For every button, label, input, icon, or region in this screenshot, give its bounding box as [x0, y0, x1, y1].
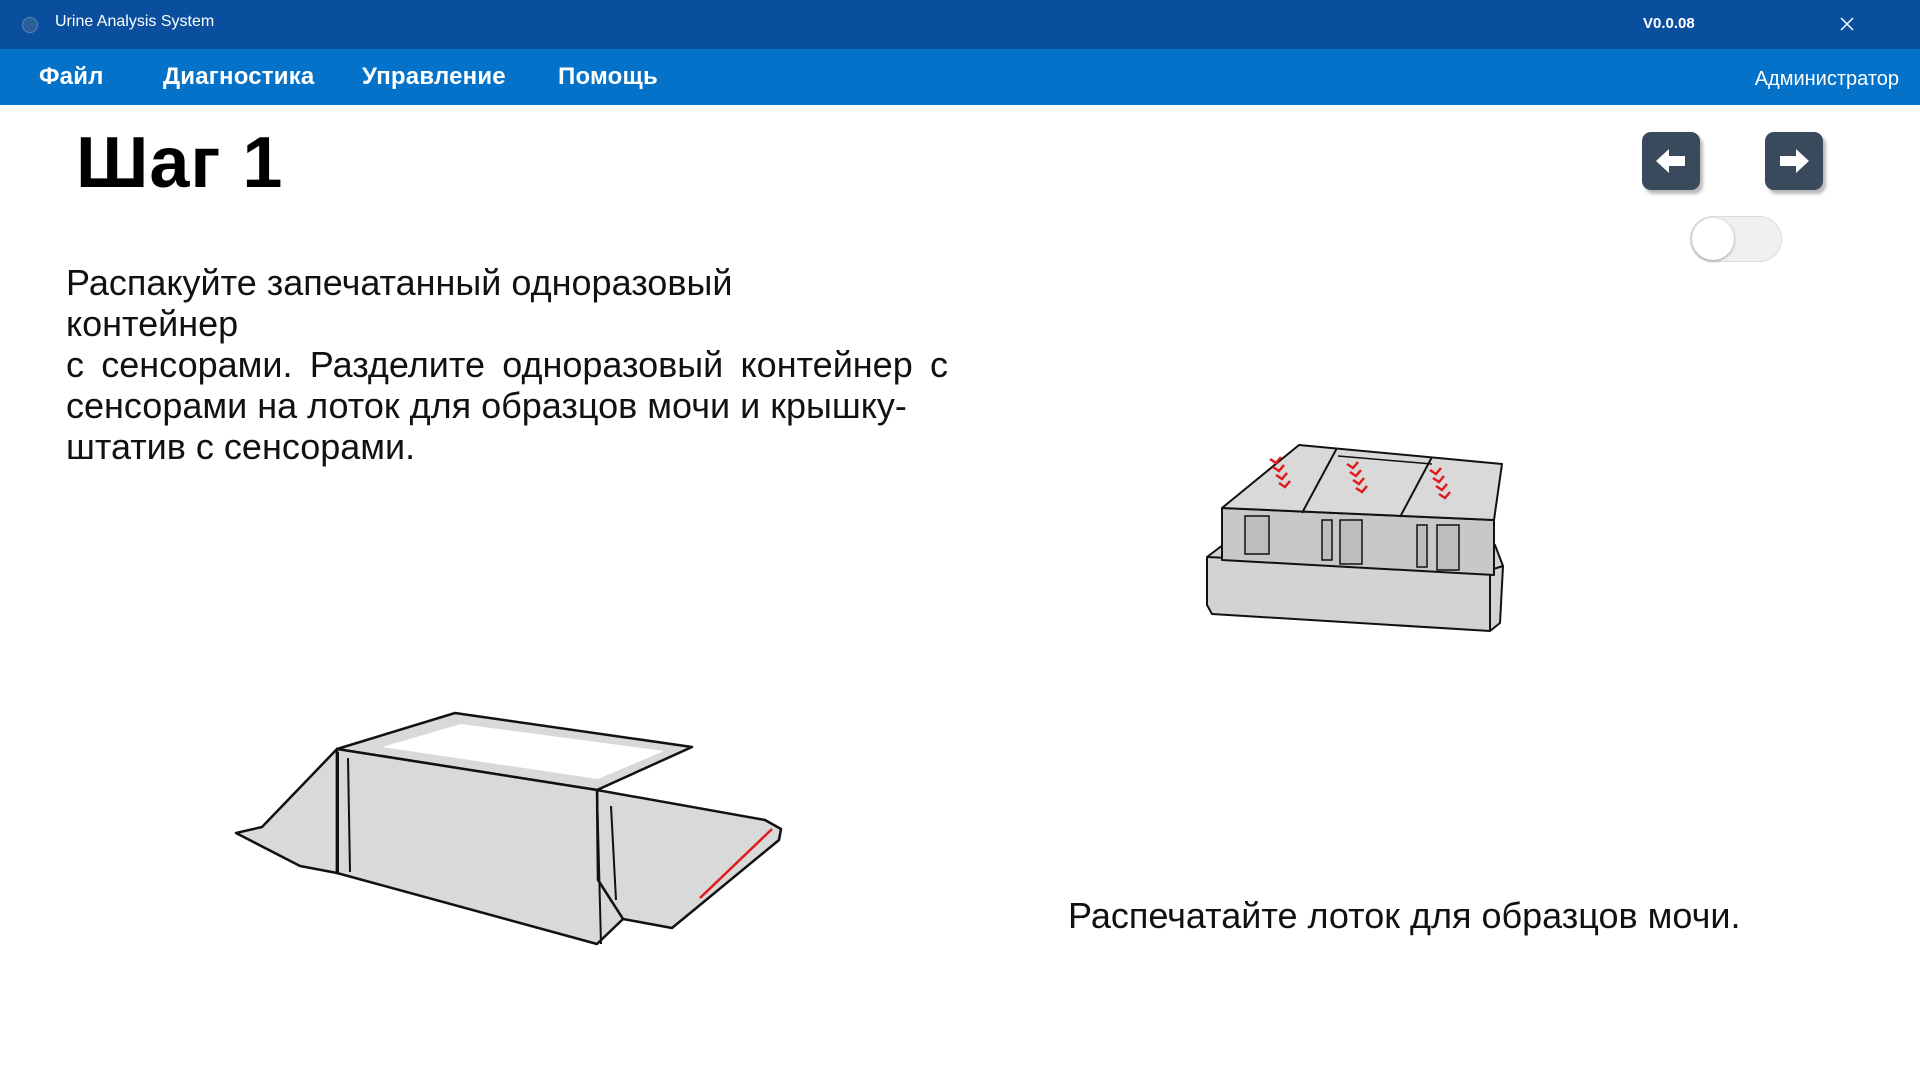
instruction-text: Распакуйте запечатанный одноразовый конт… [66, 262, 948, 467]
step-caption: Распечатайте лоток для образцов мочи. [1068, 895, 1741, 936]
instruction-line: Распакуйте запечатанный одноразовый [66, 262, 733, 303]
instruction-line: контейнер [66, 303, 239, 344]
app-icon [22, 17, 38, 33]
title-bar: Urine Analysis System V0.0.08 [0, 0, 1920, 49]
menu-diagnostics[interactable]: Диагностика [163, 63, 314, 91]
prev-step-button[interactable] [1642, 132, 1700, 190]
arrow-right-icon [1780, 149, 1809, 173]
step-title: Шаг 1 [76, 123, 284, 203]
user-name[interactable]: Администратор [1755, 68, 1899, 91]
instruction-line: с сенсорами. Разделите одноразовый конте… [66, 344, 948, 385]
close-icon [1840, 17, 1854, 31]
menu-help[interactable]: Помощь [558, 63, 658, 91]
toggle-knob [1692, 218, 1734, 260]
version-label: V0.0.08 [1643, 15, 1695, 32]
instruction-line: сенсорами на лоток для образцов мочи и к… [66, 385, 907, 426]
close-button[interactable] [1833, 10, 1861, 38]
sealed-package-illustration [234, 711, 783, 946]
instruction-line: штатив с сенсорами. [66, 426, 416, 467]
toggle-switch[interactable] [1690, 216, 1782, 262]
next-step-button[interactable] [1765, 132, 1823, 190]
app-title: Urine Analysis System [55, 13, 215, 30]
arrow-left-icon [1656, 149, 1685, 173]
menu-management[interactable]: Управление [362, 63, 506, 91]
menu-file[interactable]: Файл [39, 63, 104, 91]
menu-bar: Файл Диагностика Управление Помощь Админ… [0, 49, 1920, 105]
sensor-container-illustration [1206, 444, 1504, 632]
